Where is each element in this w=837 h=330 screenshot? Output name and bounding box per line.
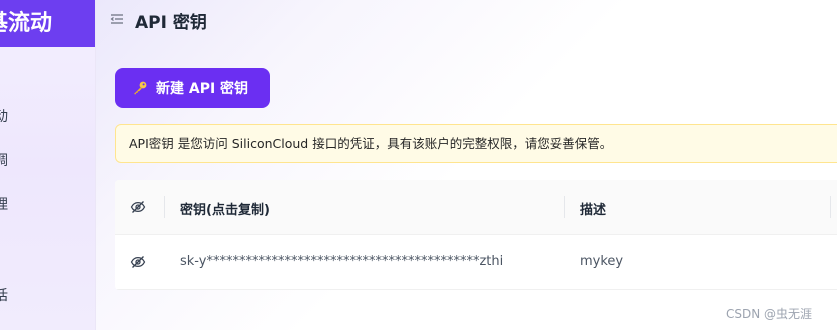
column-divider — [164, 196, 165, 218]
table-header: 密钥(点击复制) 描述 — [115, 180, 837, 235]
new-api-key-label: 新建 API 密钥 — [156, 81, 249, 97]
watermark: CSDN @虫无涯 — [726, 307, 813, 321]
brand-name: 基流动 — [0, 11, 53, 36]
api-key-value[interactable]: sk-y************************************… — [180, 254, 503, 269]
column-header-key: 密钥(点击复制) — [180, 203, 270, 218]
sidebar-item-2[interactable]: 调 — [0, 150, 8, 170]
eye-slash-icon[interactable] — [130, 199, 146, 215]
key-icon — [134, 81, 147, 95]
sidebar-item-4[interactable]: 话 — [0, 285, 8, 305]
column-divider — [830, 196, 831, 218]
column-divider — [564, 196, 565, 218]
sidebar-item-3[interactable]: 理 — [0, 194, 8, 214]
table-row: sk-y************************************… — [115, 234, 837, 290]
sidebar-item-1[interactable]: 动 — [0, 106, 8, 126]
new-api-key-button[interactable]: 新建 API 密钥 — [115, 68, 270, 108]
api-key-table: 密钥(点击复制) 描述 sk-y************************… — [115, 180, 837, 290]
main-content: API 密钥 新建 API 密钥 API密钥 是您访问 SiliconCloud… — [96, 0, 837, 330]
brand-logo[interactable]: 基流动 — [0, 0, 95, 47]
page-title: API 密钥 — [135, 13, 207, 33]
page-header: API 密钥 — [96, 0, 837, 40]
collapse-sidebar-icon[interactable] — [110, 12, 124, 26]
api-key-description: mykey — [580, 254, 624, 269]
eye-slash-icon[interactable] — [130, 254, 146, 270]
notice-banner: API密钥 是您访问 SiliconCloud 接口的凭证，具有该账户的完整权限… — [115, 124, 837, 163]
notice-text: API密钥 是您访问 SiliconCloud 接口的凭证，具有该账户的完整权限… — [129, 136, 613, 151]
column-header-description: 描述 — [580, 203, 607, 218]
sidebar: 基流动 动 调 理 话 — [0, 0, 96, 330]
